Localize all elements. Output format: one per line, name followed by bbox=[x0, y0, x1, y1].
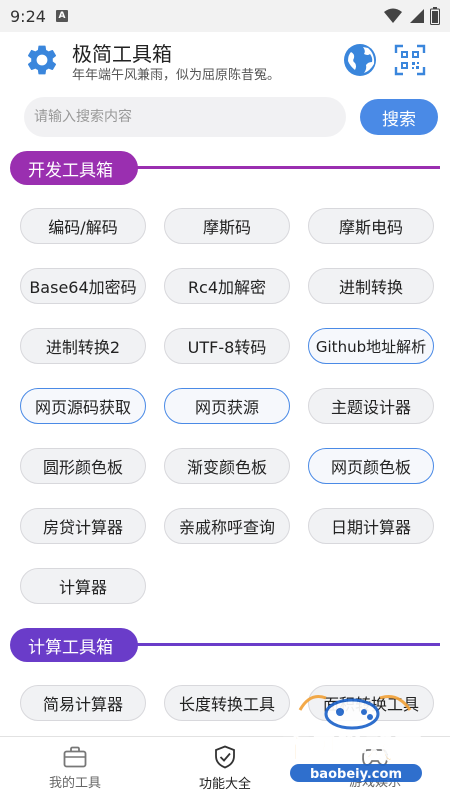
tool-calculator[interactable]: 计算器 bbox=[20, 568, 146, 604]
battery-icon bbox=[430, 7, 440, 25]
section-header-dev-tools: 开发工具箱 bbox=[0, 151, 450, 187]
section-title: 开发工具箱 bbox=[10, 151, 138, 185]
tool-morse-code[interactable]: 摩斯码 bbox=[164, 208, 290, 244]
tool-radix-convert-2[interactable]: 进制转换2 bbox=[20, 328, 146, 364]
status-icons bbox=[384, 7, 440, 25]
search-input[interactable] bbox=[24, 97, 346, 137]
section-header-calc-tools: 计算工具箱 bbox=[0, 628, 450, 664]
tool-length-convert[interactable]: 长度转换工具 bbox=[164, 685, 290, 721]
tool-morse-telegraph[interactable]: 摩斯电码 bbox=[308, 208, 434, 244]
globe-icon[interactable] bbox=[342, 42, 378, 78]
nav-label: 游戏娱乐 bbox=[348, 775, 401, 790]
tool-base64[interactable]: Base64加密码 bbox=[20, 268, 146, 304]
tool-gradient-palette[interactable]: 渐变颜色板 bbox=[164, 448, 290, 484]
section-divider bbox=[130, 166, 440, 169]
tool-theme-designer[interactable]: 主题设计器 bbox=[308, 388, 434, 424]
section-divider bbox=[130, 643, 440, 646]
tool-page-source[interactable]: 网页源码获取 bbox=[20, 388, 146, 424]
search-bar: 搜索 bbox=[0, 95, 450, 139]
gear-icon bbox=[27, 45, 57, 75]
qr-scan-icon[interactable] bbox=[394, 44, 426, 76]
status-bar: 9:24 A bbox=[0, 0, 450, 32]
nav-my-tools[interactable]: 我的工具 bbox=[0, 737, 150, 800]
tool-simple-calculator[interactable]: 简易计算器 bbox=[20, 685, 146, 721]
nav-label: 功能大全 bbox=[198, 777, 251, 792]
notification-icon: A bbox=[55, 10, 68, 22]
app-subtitle: 年年端午风兼雨，似为屈原陈昔冤。 bbox=[72, 68, 281, 83]
tool-page-resource[interactable]: 网页获源 bbox=[164, 388, 290, 424]
tool-radix-convert[interactable]: 进制转换 bbox=[308, 268, 434, 304]
tool-encode-decode[interactable]: 编码/解码 bbox=[20, 208, 146, 244]
wifi-icon bbox=[384, 8, 402, 23]
tool-rc4[interactable]: Rc4加解密 bbox=[164, 268, 290, 304]
search-button[interactable]: 搜索 bbox=[360, 99, 438, 135]
tool-mortgage-calc[interactable]: 房贷计算器 bbox=[20, 508, 146, 544]
tool-circle-palette[interactable]: 圆形颜色板 bbox=[20, 448, 146, 484]
shield-check-icon bbox=[215, 745, 235, 769]
status-time: 9:24 bbox=[10, 6, 46, 26]
app-title: 极简工具箱 bbox=[72, 42, 172, 66]
app-header: 极简工具箱 年年端午风兼雨，似为屈原陈昔冤。 bbox=[0, 32, 450, 88]
nav-all-features[interactable]: 功能大全 bbox=[150, 737, 300, 800]
nav-label: 我的工具 bbox=[48, 776, 101, 791]
gamepad-icon bbox=[362, 749, 388, 766]
tool-area-convert[interactable]: 面积转换工具 bbox=[308, 685, 434, 721]
tool-date-calc[interactable]: 日期计算器 bbox=[308, 508, 434, 544]
section-title: 计算工具箱 bbox=[10, 628, 138, 662]
bottom-navigation: 我的工具 功能大全 游戏娱乐 bbox=[0, 736, 450, 800]
tool-relative-title[interactable]: 亲戚称呼查询 bbox=[164, 508, 290, 544]
briefcase-icon bbox=[63, 746, 87, 768]
tool-web-palette[interactable]: 网页颜色板 bbox=[308, 448, 434, 484]
tool-github-url[interactable]: Github地址解析 bbox=[308, 328, 434, 364]
tool-utf8[interactable]: UTF-8转码 bbox=[164, 328, 290, 364]
nav-games[interactable]: 游戏娱乐 bbox=[300, 737, 450, 800]
signal-icon bbox=[410, 9, 424, 23]
